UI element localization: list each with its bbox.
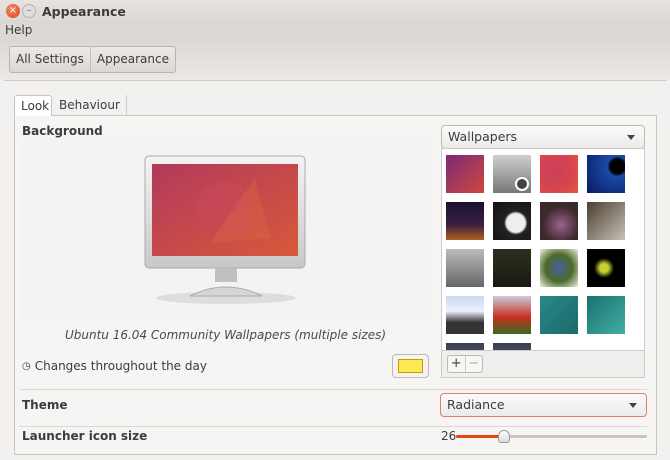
wallpaper-thumbnail[interactable]	[587, 155, 625, 193]
check-icon	[515, 177, 529, 191]
wallpaper-thumbnail[interactable]	[540, 296, 578, 334]
color-swatch	[398, 359, 423, 373]
launcher-size-value: 26	[441, 429, 457, 443]
wallpaper-caption: Ubuntu 16.04 Community Wallpapers (multi…	[64, 328, 387, 342]
monitor-icon	[144, 155, 306, 304]
wallpaper-thumbnail[interactable]	[446, 249, 484, 287]
wallpaper-preview	[20, 138, 431, 319]
title-bar: × – Appearance	[0, 0, 670, 22]
wallpaper-thumbnail[interactable]	[446, 296, 484, 334]
wallpaper-thumbnail[interactable]	[587, 249, 625, 287]
wallpaper-thumbnail[interactable]	[587, 202, 625, 240]
wallpaper-thumbnail[interactable]	[493, 343, 531, 350]
wallpaper-thumbnail[interactable]	[540, 249, 578, 287]
wallpaper-thumbnail[interactable]	[446, 343, 484, 350]
slider-fill	[456, 435, 504, 438]
breadcrumb: All Settings Appearance	[9, 46, 176, 73]
tab-behaviour[interactable]: Behaviour	[53, 95, 127, 116]
close-button[interactable]: ×	[6, 4, 20, 18]
wallpaper-source-combo[interactable]: Wallpapers	[441, 125, 645, 149]
remove-wallpaper-button[interactable]: −	[466, 356, 483, 372]
wallpaper-thumbnail[interactable]	[446, 155, 484, 193]
wallpaper-thumbnail[interactable]	[587, 296, 625, 334]
breadcrumb-all-settings[interactable]: All Settings	[10, 47, 90, 72]
theme-label: Theme	[22, 398, 68, 412]
dropdown-arrow-icon	[629, 403, 637, 408]
wallpaper-thumbnail[interactable]	[446, 202, 484, 240]
minimize-button[interactable]: –	[22, 4, 36, 18]
changes-label: Changes throughout the day	[34, 359, 207, 373]
add-wallpaper-button[interactable]: +	[448, 356, 466, 372]
wallpaper-thumbnail-selected[interactable]	[493, 155, 531, 193]
separator	[20, 426, 647, 427]
wallpaper-source-value: Wallpapers	[448, 129, 518, 144]
menu-bar: Help	[0, 22, 670, 40]
clock-icon: ◷	[22, 360, 31, 372]
theme-value: Radiance	[447, 397, 505, 412]
separator	[20, 389, 647, 390]
background-color-button[interactable]	[392, 354, 429, 378]
theme-combo[interactable]: Radiance	[440, 393, 647, 417]
wallpaper-thumbnail[interactable]	[493, 202, 531, 240]
wallpaper-thumbnail[interactable]	[540, 202, 578, 240]
tab-look[interactable]: Look	[14, 95, 52, 116]
wallpaper-thumbnail[interactable]	[493, 296, 531, 334]
breadcrumb-appearance[interactable]: Appearance	[89, 47, 175, 72]
background-label: Background	[22, 124, 103, 138]
wallpaper-grid-toolbar: + −	[441, 351, 645, 378]
wallpaper-thumbnail[interactable]	[493, 249, 531, 287]
launcher-icon-size-label: Launcher icon size	[22, 429, 148, 443]
window-title: Appearance	[42, 4, 126, 19]
wallpaper-thumbnail[interactable]	[540, 155, 578, 193]
launcher-size-slider[interactable]	[456, 430, 647, 443]
dropdown-arrow-icon	[627, 135, 635, 140]
toolbar: All Settings Appearance	[0, 40, 670, 80]
slider-handle[interactable]	[497, 430, 510, 443]
wallpaper-grid[interactable]	[441, 148, 645, 351]
menu-help[interactable]: Help	[5, 23, 32, 37]
